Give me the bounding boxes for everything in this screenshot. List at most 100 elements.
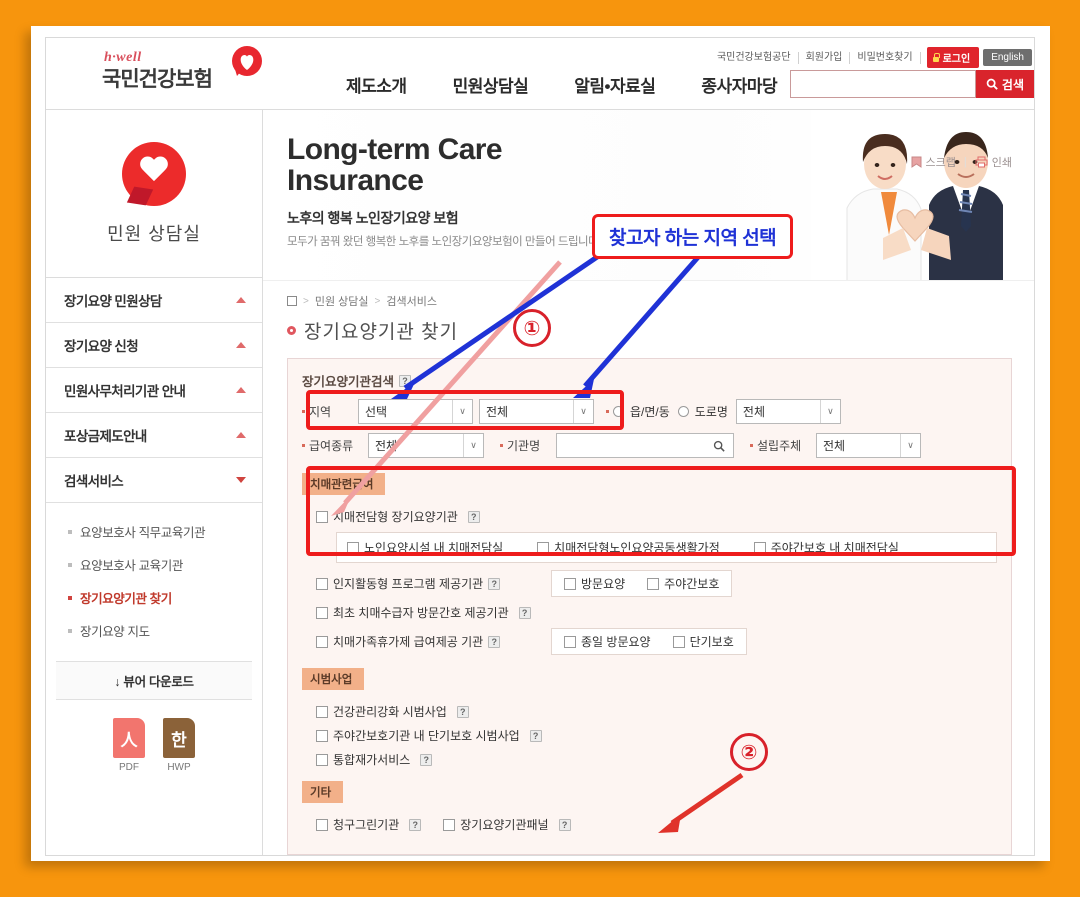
region-select-2-value: 전체 — [486, 405, 509, 419]
checkbox-input[interactable] — [753, 541, 766, 554]
checkbox-allday-home-visit-care[interactable]: 종일 방문요양 — [564, 633, 651, 650]
checkbox-input[interactable] — [316, 510, 328, 523]
sidebar-item-long-term-care-counsel[interactable]: 장기요양 민원상담 — [46, 278, 262, 323]
sidebar-accordion-label-0: 장기요양 민원상담 — [64, 294, 162, 309]
checkbox-ltc-institution-panel[interactable]: 장기요양기관패널 — [443, 816, 549, 833]
checkbox-integrated-home-service[interactable]: 통합재가서비스 — [316, 751, 410, 768]
header-search: 검색 — [789, 70, 1034, 98]
help-icon[interactable]: ? — [529, 729, 542, 742]
checkbox-dementia-group-home[interactable]: 치매전담형노인요양공동생활가정 — [537, 539, 720, 556]
sidebar-item-reward-system[interactable]: 포상금제도안내 — [46, 413, 262, 458]
checkbox-first-dementia-visit-nursing[interactable]: 최초 치매수급자 방문간호 제공기관 — [316, 604, 509, 621]
checkbox-input[interactable] — [316, 577, 328, 590]
checkbox-day-night-care[interactable]: 주야간보호 — [647, 575, 719, 592]
site-logo[interactable]: h·well 국민건강보험 — [102, 46, 287, 93]
header-search-input[interactable] — [789, 70, 976, 98]
checkbox-label: 주야간보호기관 내 단기보호 시범사업 — [333, 729, 520, 743]
checkbox-label: 장기요양기관패널 — [460, 818, 549, 832]
checkbox-daycare-dementia-unit[interactable]: 주야간보호 내 치매전담실 — [753, 539, 899, 556]
help-icon[interactable]: ? — [409, 818, 422, 831]
nav-item-notice[interactable]: 알림•자료실 — [574, 72, 656, 97]
help-icon[interactable]: ? — [518, 606, 531, 619]
home-icon[interactable] — [287, 296, 297, 306]
heart-logo-icon — [232, 46, 262, 76]
checkbox-input[interactable] — [537, 541, 550, 554]
scrap-button[interactable]: 스크랩 — [911, 154, 956, 170]
checkbox-input[interactable] — [564, 577, 576, 590]
help-icon[interactable]: ? — [467, 510, 480, 523]
org-name-search-button[interactable] — [710, 440, 729, 452]
benefit-type-select[interactable]: 전체 ∨ — [368, 433, 484, 458]
sidebar-item-long-term-care-apply[interactable]: 장기요양 신청 — [46, 323, 262, 368]
utility-nav-item-1[interactable]: 회원가입 — [799, 51, 851, 64]
checkbox-input[interactable] — [316, 635, 328, 648]
checkbox-input[interactable] — [347, 541, 359, 554]
search-panel: 장기요양기관검색 ? 지역 선택 ∨ 전체 ∨ 읍/면/동 도로명 전체 ∨ 급… — [287, 358, 1012, 855]
checkbox-family-respite[interactable]: 치매가족휴가제 급여제공 기관 ? — [316, 633, 541, 650]
checkbox-nursing-home-dementia-unit[interactable]: 노인요양시설 내 치매전담실 — [347, 539, 503, 556]
region-select-2[interactable]: 전체 ∨ — [479, 399, 594, 424]
checkbox-input[interactable] — [316, 606, 328, 619]
nav-item-workers[interactable]: 종사자마당 — [701, 72, 777, 97]
login-button-label: 로그인 — [942, 54, 971, 65]
header-search-button[interactable]: 검색 — [975, 70, 1034, 98]
help-icon[interactable]: ? — [488, 577, 501, 590]
pdf-viewer-download[interactable]: 人 PDF — [113, 718, 145, 773]
region-select-1[interactable]: 선택 ∨ — [358, 399, 473, 424]
breadcrumb-item-1[interactable]: 검색서비스 — [386, 293, 437, 309]
sidebar-accordion-label-4: 검색서비스 — [64, 474, 124, 489]
sidebar-accordion-label-3: 포상금제도안내 — [64, 429, 147, 444]
founder-value: 전체 — [823, 439, 846, 453]
checkbox-input[interactable] — [316, 818, 328, 831]
hwp-viewer-download[interactable]: 한 HWP — [163, 718, 195, 773]
radio-doromyeong-input[interactable] — [677, 406, 689, 417]
help-icon[interactable]: ? — [456, 705, 469, 718]
nav-item-civil-service[interactable]: 민원상담실 — [453, 72, 529, 97]
english-button[interactable]: English — [983, 49, 1032, 66]
checkbox-health-management-pilot[interactable]: 건강관리강화 시범사업 — [316, 703, 447, 720]
checkbox-input[interactable] — [647, 577, 660, 590]
magnifier-icon — [714, 440, 725, 452]
checkbox-input[interactable] — [316, 729, 328, 742]
checkbox-home-visit-care[interactable]: 방문요양 — [564, 575, 625, 592]
checkbox-short-term-care[interactable]: 단기보호 — [672, 633, 734, 650]
founder-select[interactable]: 전체 ∨ — [816, 433, 921, 458]
checkbox-input[interactable] — [672, 635, 685, 648]
checkbox-input[interactable] — [316, 705, 328, 718]
radio-eupmyeondong[interactable]: 읍/면/동 — [613, 403, 670, 420]
nav-item-intro[interactable]: 제도소개 — [346, 72, 407, 97]
sidebar-subitem-caregiver-education[interactable]: 요양보호사 교육기관 — [68, 548, 262, 581]
org-name-field[interactable] — [556, 433, 734, 458]
help-icon[interactable]: ? — [558, 818, 571, 831]
sidebar-item-civil-affairs-guide[interactable]: 민원사무처리기관 안내 — [46, 368, 262, 413]
print-icon — [975, 156, 988, 168]
page-banner: Long-term Care Insurance 노후의 행복 노인장기요양 보… — [263, 110, 1034, 281]
checkbox-input[interactable] — [443, 818, 456, 831]
radio-eupmyeondong-input[interactable] — [613, 406, 624, 417]
checkbox-input[interactable] — [564, 635, 576, 648]
region-label: 지역 — [302, 403, 358, 420]
utility-nav-item-0[interactable]: 국민건강보험공단 — [710, 51, 799, 64]
checkbox-input[interactable] — [316, 753, 328, 766]
sidebar-item-search-service[interactable]: 검색서비스 — [46, 458, 262, 503]
address-detail-select[interactable]: 전체 ∨ — [735, 399, 841, 424]
header-search-button-label: 검색 — [1001, 77, 1024, 92]
checkbox-green-billing-institution[interactable]: 청구그린기관 — [316, 816, 399, 833]
help-icon[interactable]: ? — [399, 374, 412, 387]
checkbox-daycare-shortterm-pilot[interactable]: 주야간보호기관 내 단기보호 시범사업 — [316, 727, 520, 744]
breadcrumb-item-0[interactable]: 민원 상담실 — [315, 293, 369, 309]
help-icon[interactable]: ? — [488, 635, 501, 648]
checkbox-dementia-dedicated[interactable]: 치매전담형 장기요양기관 — [316, 508, 458, 525]
utility-nav-item-2[interactable]: 비밀번호찾기 — [850, 51, 921, 64]
login-button[interactable]: 로그인 — [926, 47, 980, 68]
sidebar-subitem-find-ltc-institution[interactable]: 장기요양기관 찾기 — [68, 581, 262, 614]
sidebar-subitem-caregiver-job-training[interactable]: 요양보호사 직무교육기관 — [68, 515, 262, 548]
chevron-down-icon — [236, 477, 246, 483]
bullet-icon — [68, 562, 72, 567]
org-name-input[interactable] — [561, 437, 710, 454]
sidebar-subitem-ltc-map[interactable]: 장기요양 지도 — [68, 614, 262, 647]
help-icon[interactable]: ? — [420, 753, 433, 766]
print-button[interactable]: 인쇄 — [975, 154, 1012, 170]
radio-doromyeong[interactable]: 도로명 — [677, 403, 728, 420]
checkbox-cognitive-program[interactable]: 인지활동형 프로그램 제공기관 ? — [316, 575, 541, 592]
